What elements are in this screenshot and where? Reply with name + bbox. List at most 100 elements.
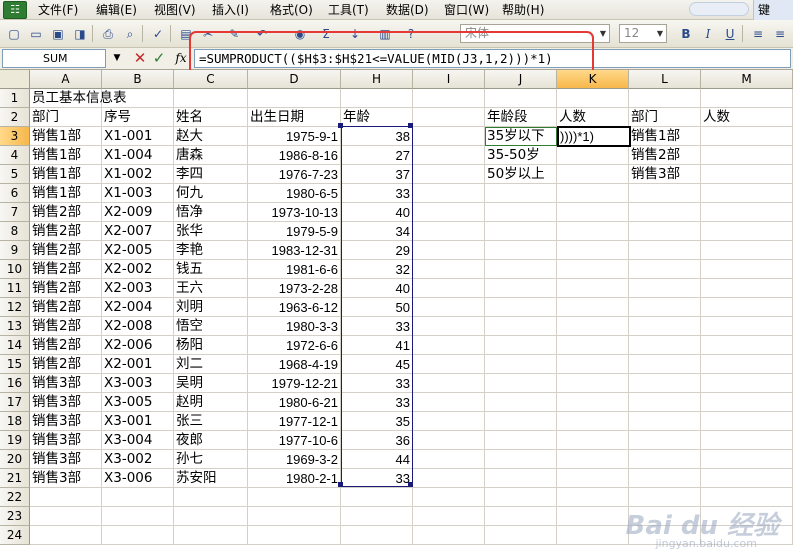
cell-j12[interactable]: [485, 298, 557, 317]
cell-l18[interactable]: [629, 412, 701, 431]
cell-k4[interactable]: [557, 146, 629, 165]
cell-d9[interactable]: 1983-12-31: [248, 241, 341, 260]
cell-m18[interactable]: [701, 412, 793, 431]
cell-a24[interactable]: [30, 526, 102, 545]
permission-icon[interactable]: ◨: [70, 24, 90, 44]
cell-i17[interactable]: [413, 393, 485, 412]
cell-h3[interactable]: 38: [341, 127, 413, 146]
cell-d15[interactable]: 1968-4-19: [248, 355, 341, 374]
cancel-button[interactable]: ✕: [132, 49, 148, 68]
cell-j3[interactable]: 35岁以下: [485, 127, 557, 146]
cell-j4[interactable]: 35-50岁: [485, 146, 557, 165]
cell-b1[interactable]: [102, 89, 174, 108]
cell-d3[interactable]: 1975-9-1: [248, 127, 341, 146]
chevron-down-icon[interactable]: ▼: [108, 49, 126, 68]
save-icon[interactable]: ▣: [48, 24, 68, 44]
cell-d24[interactable]: [248, 526, 341, 545]
cell-b12[interactable]: X2-004: [102, 298, 174, 317]
cell-k22[interactable]: [557, 488, 629, 507]
menu-item[interactable]: 插入(I): [212, 0, 249, 20]
cell-k11[interactable]: [557, 279, 629, 298]
cell-i22[interactable]: [413, 488, 485, 507]
cell-b15[interactable]: X2-001: [102, 355, 174, 374]
cell-c1[interactable]: [174, 89, 248, 108]
cell-b5[interactable]: X1-002: [102, 165, 174, 184]
row-header[interactable]: 20: [0, 450, 30, 469]
cell-k20[interactable]: [557, 450, 629, 469]
cell-c4[interactable]: 唐森: [174, 146, 248, 165]
cell-m8[interactable]: [701, 222, 793, 241]
cell-a2[interactable]: 部门: [30, 108, 102, 127]
cell-i6[interactable]: [413, 184, 485, 203]
align-left-icon[interactable]: ≡: [748, 24, 768, 44]
cell-j17[interactable]: [485, 393, 557, 412]
cell-l9[interactable]: [629, 241, 701, 260]
cell-i9[interactable]: [413, 241, 485, 260]
cell-d13[interactable]: 1980-3-3: [248, 317, 341, 336]
cell-j6[interactable]: [485, 184, 557, 203]
cell-j24[interactable]: [485, 526, 557, 545]
cell-i7[interactable]: [413, 203, 485, 222]
cell-i4[interactable]: [413, 146, 485, 165]
cell-j19[interactable]: [485, 431, 557, 450]
cell-m9[interactable]: [701, 241, 793, 260]
cell-k5[interactable]: [557, 165, 629, 184]
cell-h9[interactable]: 29: [341, 241, 413, 260]
cell-k10[interactable]: [557, 260, 629, 279]
cell-h8[interactable]: 34: [341, 222, 413, 241]
column-header-k[interactable]: K: [557, 70, 629, 89]
cell-m4[interactable]: [701, 146, 793, 165]
cell-b4[interactable]: X1-004: [102, 146, 174, 165]
cell-b16[interactable]: X3-003: [102, 374, 174, 393]
cell-l14[interactable]: [629, 336, 701, 355]
row-header[interactable]: 8: [0, 222, 30, 241]
cell-h6[interactable]: 33: [341, 184, 413, 203]
cell-d14[interactable]: 1972-6-6: [248, 336, 341, 355]
cell-i1[interactable]: [413, 89, 485, 108]
cell-d1[interactable]: [248, 89, 341, 108]
column-header-b[interactable]: B: [102, 70, 174, 89]
range-handle[interactable]: [408, 123, 413, 128]
row-header[interactable]: 16: [0, 374, 30, 393]
cell-h15[interactable]: 45: [341, 355, 413, 374]
range-handle[interactable]: [408, 482, 413, 487]
cell-c2[interactable]: 姓名: [174, 108, 248, 127]
cell-d10[interactable]: 1981-6-6: [248, 260, 341, 279]
bold-button[interactable]: B: [676, 24, 696, 44]
cell-l16[interactable]: [629, 374, 701, 393]
cell-h23[interactable]: [341, 507, 413, 526]
row-header[interactable]: 22: [0, 488, 30, 507]
cell-a6[interactable]: 销售1部: [30, 184, 102, 203]
cell-d22[interactable]: [248, 488, 341, 507]
cell-l11[interactable]: [629, 279, 701, 298]
cell-h13[interactable]: 33: [341, 317, 413, 336]
row-header[interactable]: 15: [0, 355, 30, 374]
cell-i13[interactable]: [413, 317, 485, 336]
cell-i12[interactable]: [413, 298, 485, 317]
cell-j5[interactable]: 50岁以上: [485, 165, 557, 184]
column-header-i[interactable]: I: [413, 70, 485, 89]
menu-item[interactable]: 编辑(E): [96, 0, 137, 20]
cell-c24[interactable]: [174, 526, 248, 545]
cell-m15[interactable]: [701, 355, 793, 374]
cell-m2[interactable]: 人数: [701, 108, 793, 127]
row-header[interactable]: 17: [0, 393, 30, 412]
cell-b18[interactable]: X3-001: [102, 412, 174, 431]
cell-c19[interactable]: 夜郎: [174, 431, 248, 450]
align-center-icon[interactable]: ≡: [770, 24, 790, 44]
cell-m20[interactable]: [701, 450, 793, 469]
cell-m13[interactable]: [701, 317, 793, 336]
cell-j14[interactable]: [485, 336, 557, 355]
cell-d16[interactable]: 1979-12-21: [248, 374, 341, 393]
cell-k23[interactable]: [557, 507, 629, 526]
cell-c16[interactable]: 吴明: [174, 374, 248, 393]
cell-m6[interactable]: [701, 184, 793, 203]
row-header[interactable]: 5: [0, 165, 30, 184]
column-header-l[interactable]: L: [629, 70, 701, 89]
cell-l12[interactable]: [629, 298, 701, 317]
cell-h1[interactable]: [341, 89, 413, 108]
cell-j11[interactable]: [485, 279, 557, 298]
cell-i3[interactable]: [413, 127, 485, 146]
cell-d12[interactable]: 1963-6-12: [248, 298, 341, 317]
cell-a4[interactable]: 销售1部: [30, 146, 102, 165]
